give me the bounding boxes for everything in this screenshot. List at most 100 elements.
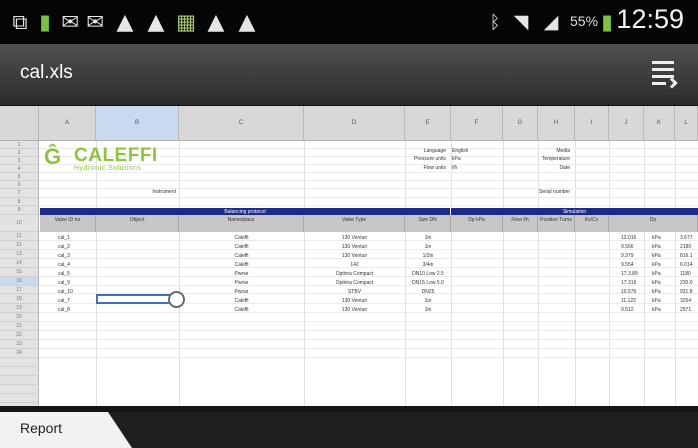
valve-id-cell: cal_4 <box>58 262 70 268</box>
tab-report[interactable]: Report <box>0 406 135 448</box>
language-label: Language <box>423 148 446 154</box>
temperature-label: Temperature <box>541 156 570 162</box>
column-header-h[interactable]: H <box>538 106 575 141</box>
row-header-19[interactable]: 19 <box>0 304 39 313</box>
row-header-23[interactable]: 23 <box>0 340 39 349</box>
row-header-22[interactable]: 22 <box>0 331 39 340</box>
size-cell: DN10 Low 2.5 <box>412 271 444 277</box>
size-cell: 1in <box>424 307 432 313</box>
row-header-16[interactable]: 16 <box>0 277 39 286</box>
warning-icon: ▲ <box>207 9 225 35</box>
warning-icon: ▲ <box>238 9 256 35</box>
name-place-cell: Caleffi <box>234 262 249 268</box>
row-header-11[interactable]: 11 <box>0 232 39 241</box>
valve-type-cell: 130 Venturi <box>341 235 368 241</box>
row-header-blank <box>0 394 39 403</box>
row-header-4[interactable]: 4 <box>0 165 39 173</box>
header-valve-id: Valve ID no <box>40 215 96 232</box>
flow-units-value: l/h <box>452 165 458 171</box>
valve-type-cell: 130 Venturi <box>341 307 368 313</box>
row-header-6[interactable]: 6 <box>0 181 39 189</box>
column-header-j[interactable]: J <box>609 106 644 141</box>
row-header-17[interactable]: 17 <box>0 286 39 294</box>
valve-id-cell: cal_5 <box>58 271 70 277</box>
valve-id-cell: cal_2 <box>58 244 70 250</box>
row-header-2[interactable]: 2 <box>0 149 39 157</box>
row-header-10[interactable]: 10 <box>0 215 39 232</box>
overflow-menu-icon[interactable] <box>652 58 680 90</box>
row-header-5[interactable]: 5 <box>0 173 39 181</box>
pressure-units-label: Pressure units <box>414 156 446 162</box>
column-header-a[interactable]: A <box>39 106 96 141</box>
row-header-15[interactable]: 15 <box>0 268 39 277</box>
column-header-e[interactable]: E <box>405 106 451 141</box>
row-header-20[interactable]: 20 <box>0 313 39 322</box>
row-header-21[interactable]: 21 <box>0 322 39 331</box>
header-name-place: Name/place <box>179 215 304 232</box>
row-header-13[interactable]: 13 <box>0 250 39 259</box>
pressure-units-value: kPa <box>452 156 461 162</box>
size-cell: 1/2in <box>422 253 434 259</box>
row-header-1[interactable]: 1 <box>0 141 39 149</box>
media-label: Media <box>556 148 570 154</box>
column-header-f[interactable]: F <box>451 106 503 141</box>
header-position: Position Turns <box>538 215 575 232</box>
valve-id-cell: cal_3 <box>58 253 70 259</box>
tab-report-label: Report <box>20 420 63 436</box>
mail-icon: ✉ <box>61 10 79 34</box>
app-icon: ▦ <box>176 10 196 34</box>
spreadsheet-grid[interactable]: ABCDEFGHIJKL 1 2 3 4 5 6 7 8 9 10 11 12 13 14 15 16 17 18… <box>0 106 698 406</box>
header-valve-type: Valve Type <box>304 215 405 232</box>
flow-value-cell: 3.677 <box>680 235 693 241</box>
screen-cast-icon: ⧉ <box>12 9 28 34</box>
header-size: Size DN <box>405 215 451 232</box>
column-header-i[interactable]: I <box>575 106 609 141</box>
bluetooth-icon: ᛒ <box>489 11 501 33</box>
name-place-cell: Caleffi <box>234 307 249 313</box>
column-header-g[interactable]: G <box>503 106 538 141</box>
row-header-7[interactable]: 7 <box>0 189 39 198</box>
dp-value-cell: 10.576 <box>621 289 637 295</box>
valve-id-cell: cal_10 <box>58 289 73 295</box>
selection-handle[interactable] <box>168 291 185 308</box>
flow-value-cell: 230.0 <box>680 280 693 286</box>
row-header-12[interactable]: 12 <box>0 241 39 250</box>
column-header-l[interactable]: L <box>675 106 698 141</box>
row-header-14[interactable]: 14 <box>0 259 39 268</box>
select-all-corner[interactable] <box>0 106 39 141</box>
flow-value-cell: 6.014 <box>680 262 693 268</box>
wifi-icon: ◥ <box>513 11 529 33</box>
dp-unit-cell: kPa <box>652 307 661 313</box>
row-header-18[interactable]: 18 <box>0 294 39 304</box>
grid-line <box>39 357 698 358</box>
grid-line <box>39 205 698 206</box>
row-header-8[interactable]: 8 <box>0 198 39 206</box>
dp-value-cell: 17.316 <box>621 280 637 286</box>
column-header-b[interactable]: B <box>96 106 179 141</box>
valve-type-cell: 142 <box>350 262 359 268</box>
selected-cell[interactable] <box>96 294 179 304</box>
column-header-c[interactable]: C <box>179 106 304 141</box>
header-kv-cv: Kv/Cv <box>575 215 609 232</box>
flow-value-cell: 2971 <box>680 307 692 313</box>
size-cell: DN15 Low 5.0 <box>412 280 444 286</box>
size-cell: 3/4in <box>422 262 434 268</box>
flow-value-cell: 2180 <box>680 244 692 250</box>
row-header-24[interactable]: 24 <box>0 349 39 358</box>
clock: 12:59 <box>616 4 684 34</box>
size-cell: 1in <box>424 235 432 241</box>
dp-unit-cell: kPa <box>652 235 661 241</box>
size-cell: 1in <box>424 298 432 304</box>
valve-id-cell: cal_1 <box>58 235 70 241</box>
row-header-9[interactable]: 9 <box>0 206 39 215</box>
header-dp: Dp kPa <box>451 215 503 232</box>
name-place-cell: Caleffi <box>234 244 249 250</box>
column-header-k[interactable]: K <box>644 106 675 141</box>
name-place-cell: Caleffi <box>234 298 249 304</box>
battery-percent: 55% <box>570 13 599 29</box>
logo-mark: Ĝ <box>44 144 62 169</box>
row-header-3[interactable]: 3 <box>0 157 39 165</box>
valve-type-cell: Optima Compact <box>335 271 374 277</box>
column-header-d[interactable]: D <box>304 106 405 141</box>
spreadsheet-view[interactable]: ABCDEFGHIJKL 1 2 3 4 5 6 7 8 9 10 11 12 13 14 15 16 17 18… <box>0 106 698 406</box>
